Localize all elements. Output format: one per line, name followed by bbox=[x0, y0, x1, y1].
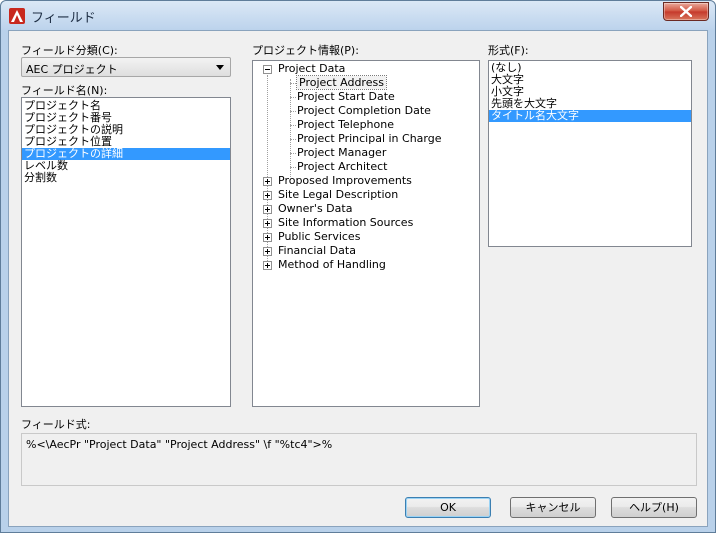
tree-row[interactable]: Project Telephone bbox=[297, 118, 394, 132]
tree-row[interactable]: Site Legal Description bbox=[278, 188, 398, 202]
tree-row[interactable]: Financial Data bbox=[278, 244, 356, 258]
tree-node-collapsed[interactable]: Financial Data bbox=[278, 244, 356, 257]
tree-connector bbox=[290, 139, 296, 140]
field-name-item[interactable]: 分割数 bbox=[22, 172, 230, 184]
tree-node-collapsed[interactable]: Site Legal Description bbox=[278, 188, 398, 201]
tree-node-project-data[interactable]: Project Data bbox=[278, 62, 345, 75]
category-label: フィールド分類(C): bbox=[21, 44, 118, 57]
tree-connector bbox=[290, 97, 296, 98]
tree-connector bbox=[290, 167, 296, 168]
format-list[interactable]: (なし) 大文字 小文字 先頭を大文字 タイトル名大文字 bbox=[488, 60, 692, 247]
close-icon bbox=[680, 6, 692, 17]
tree-expand-icon[interactable] bbox=[263, 247, 272, 256]
tree-row[interactable]: Project Principal in Charge bbox=[297, 132, 442, 146]
tree-expand-icon[interactable] bbox=[263, 177, 272, 186]
tree-expand-icon[interactable] bbox=[263, 219, 272, 228]
tree-connector bbox=[290, 111, 296, 112]
tree-row[interactable]: Site Information Sources bbox=[278, 216, 413, 230]
tree-node-collapsed[interactable]: Proposed Improvements bbox=[278, 174, 412, 187]
field-expression-label: フィールド式: bbox=[21, 418, 91, 431]
field-name-label: フィールド名(N): bbox=[21, 84, 108, 97]
tree-expand-icon[interactable] bbox=[263, 205, 272, 214]
tree-node-child[interactable]: Project Completion Date bbox=[297, 104, 431, 117]
cancel-button[interactable]: キャンセル bbox=[510, 497, 596, 518]
tree-node-child[interactable]: Project Architect bbox=[297, 160, 387, 173]
close-button[interactable] bbox=[663, 2, 709, 21]
tree-row[interactable]: Proposed Improvements bbox=[278, 174, 412, 188]
project-info-label: プロジェクト情報(P): bbox=[252, 44, 359, 57]
tree-expand-icon[interactable] bbox=[263, 233, 272, 242]
tree-node-child[interactable]: Project Manager bbox=[297, 146, 386, 159]
tree-node-child[interactable]: Project Start Date bbox=[297, 90, 395, 103]
tree-connector bbox=[290, 153, 296, 154]
chevron-down-icon bbox=[216, 65, 224, 70]
title-bar[interactable]: フィールド bbox=[1, 1, 715, 30]
tree-connector bbox=[290, 79, 291, 177]
tree-row[interactable]: Project Completion Date bbox=[297, 104, 431, 118]
autocad-app-icon bbox=[9, 8, 25, 24]
tree-connector bbox=[290, 125, 296, 126]
tree-node-child[interactable]: Project Address bbox=[296, 75, 387, 90]
tree-node-collapsed[interactable]: Owner's Data bbox=[278, 202, 352, 215]
format-item[interactable]: タイトル名大文字 bbox=[489, 110, 691, 122]
dialog-client-area: フィールド分類(C): AEC プロジェクト フィールド名(N): プロジェクト… bbox=[8, 30, 708, 527]
tree-expand-icon[interactable] bbox=[263, 261, 272, 270]
tree-expand-icon[interactable] bbox=[263, 191, 272, 200]
format-label: 形式(F): bbox=[488, 44, 529, 57]
tree-node-collapsed[interactable]: Public Services bbox=[278, 230, 360, 243]
field-name-list[interactable]: プロジェクト名 プロジェクト番号 プロジェクトの説明 プロジェクト位置 プロジェクトの詳… bbox=[21, 97, 231, 407]
tree-node-collapsed[interactable]: Method of Handling bbox=[278, 258, 386, 271]
field-expression-text: %<\AecPr "Project Data" "Project Address… bbox=[26, 438, 333, 451]
help-button[interactable]: ヘルプ(H) bbox=[611, 497, 697, 518]
tree-row[interactable]: Project Start Date bbox=[297, 90, 395, 104]
tree-row[interactable]: Project Architect bbox=[297, 160, 387, 174]
field-dialog: フィールド フィールド分類(C): AEC プロジェクト フィールド名(N): … bbox=[0, 0, 716, 533]
tree-row[interactable]: Public Services bbox=[278, 230, 360, 244]
ok-button[interactable]: OK bbox=[405, 497, 491, 518]
dialog-title: フィールド bbox=[31, 11, 96, 26]
tree-row[interactable]: Project Address bbox=[296, 75, 387, 90]
tree-node-child[interactable]: Project Telephone bbox=[297, 118, 394, 131]
tree-node-child[interactable]: Project Principal in Charge bbox=[297, 132, 442, 145]
tree-row[interactable]: Owner's Data bbox=[278, 202, 352, 216]
tree-collapse-icon[interactable] bbox=[263, 65, 272, 74]
tree-node-collapsed[interactable]: Site Information Sources bbox=[278, 216, 413, 229]
tree-row[interactable]: Method of Handling bbox=[278, 258, 386, 272]
tree-row[interactable]: Project Data bbox=[278, 62, 345, 76]
category-combobox-value: AEC プロジェクト bbox=[26, 63, 118, 76]
tree-connector bbox=[290, 83, 296, 84]
category-combobox[interactable]: AEC プロジェクト bbox=[21, 57, 231, 77]
field-expression-box[interactable]: %<\AecPr "Project Data" "Project Address… bbox=[21, 433, 697, 486]
project-info-tree[interactable]: Project Data Project Address Project Start… bbox=[252, 60, 480, 407]
tree-row[interactable]: Project Manager bbox=[297, 146, 386, 160]
